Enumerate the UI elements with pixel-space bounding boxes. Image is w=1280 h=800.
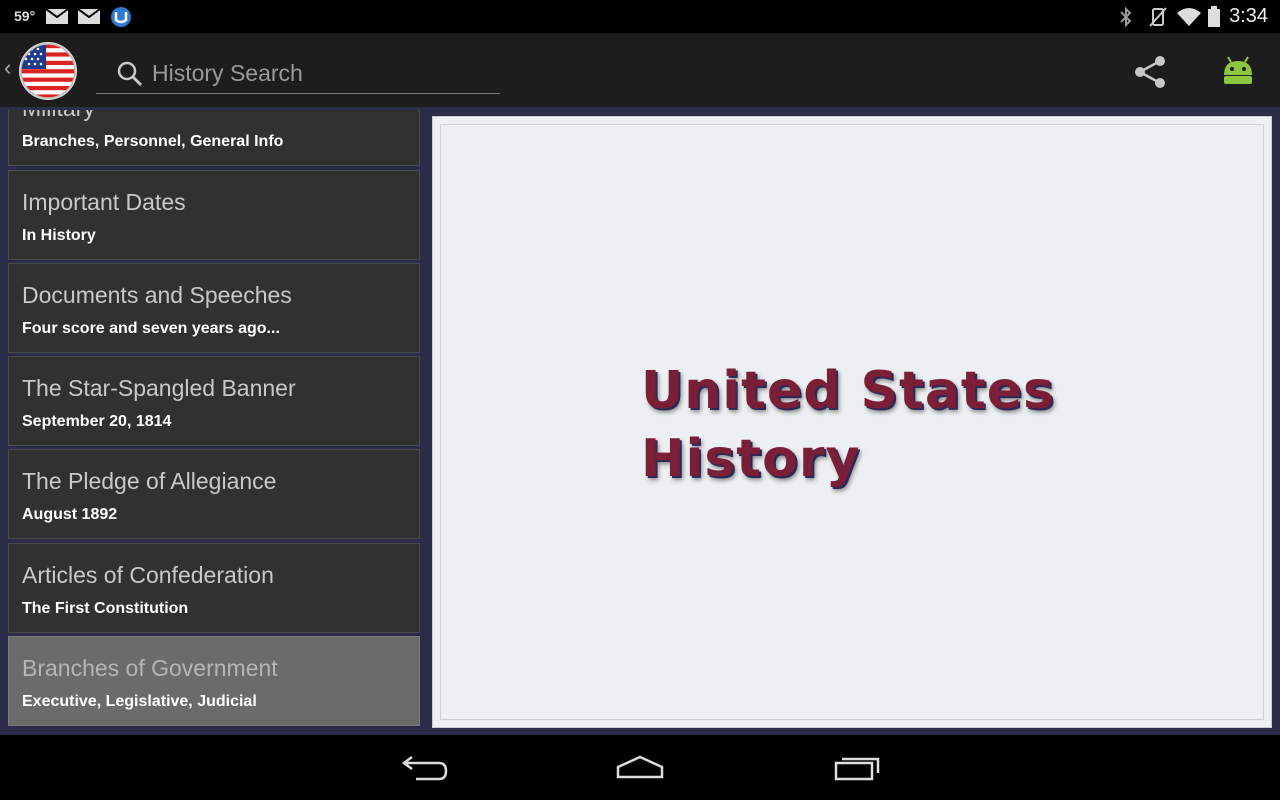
detail-title-line-2: History [641, 429, 861, 489]
list-item[interactable]: The Pledge of Allegiance August 1892 [8, 449, 420, 539]
list-item-subtitle: Executive, Legislative, Judicial [22, 693, 257, 710]
search-input[interactable] [150, 56, 494, 90]
topic-list[interactable]: Military Branches, Personnel, General In… [6, 110, 422, 735]
list-item[interactable]: Military Branches, Personnel, General In… [8, 110, 420, 166]
system-nav-bar [0, 735, 1280, 800]
gmail-icon [77, 8, 101, 24]
battery-icon [1208, 6, 1220, 27]
wifi-icon [1177, 8, 1201, 26]
detail-title: United States History [641, 357, 1161, 493]
list-item-title: Articles of Confederation [22, 562, 274, 588]
back-icon[interactable] [394, 749, 454, 787]
up-caret-icon[interactable]: ‹ [4, 55, 11, 81]
share-icon[interactable] [1130, 53, 1170, 91]
content-area: Military Branches, Personnel, General In… [0, 110, 1280, 735]
detail-title-line-1: United States [641, 361, 1055, 421]
list-item-subtitle: September 20, 1814 [22, 413, 172, 430]
list-item-subtitle: Branches, Personnel, General Info [22, 133, 284, 150]
list-item-title: Military [22, 110, 95, 122]
us-flag-icon[interactable] [18, 41, 78, 101]
list-item-title: The Pledge of Allegiance [22, 468, 277, 494]
recent-apps-icon[interactable] [828, 749, 888, 787]
weather-temperature: 59° [14, 8, 36, 24]
action-bar: ‹ [0, 33, 1280, 107]
list-item[interactable]: Articles of Confederation The First Cons… [8, 543, 420, 633]
detail-pane: United States History [432, 116, 1272, 728]
list-item[interactable]: The Star-Spangled Banner September 20, 1… [8, 356, 420, 446]
search-box [96, 53, 500, 94]
list-item[interactable]: Important Dates In History [8, 170, 420, 260]
search-icon [117, 61, 143, 87]
home-icon[interactable] [610, 749, 670, 787]
vibrate-icon [1149, 7, 1167, 27]
list-item-subtitle: August 1892 [22, 506, 118, 523]
list-item-title: The Star-Spangled Banner [22, 375, 296, 401]
list-item-title: Important Dates [22, 189, 186, 215]
gmail-icon [45, 8, 69, 24]
list-item-subtitle: The First Constitution [22, 600, 189, 617]
clock: 3:34 [1229, 5, 1268, 27]
app-notification-icon [111, 7, 131, 27]
android-icon[interactable] [1218, 53, 1258, 91]
list-item-subtitle: In History [22, 227, 96, 244]
list-item-selected[interactable]: Branches of Government Executive, Legisl… [8, 636, 420, 726]
list-item-subtitle: Four score and seven years ago... [22, 320, 280, 337]
list-item[interactable]: Documents and Speeches Four score and se… [8, 263, 420, 353]
list-item-title: Branches of Government [22, 655, 278, 681]
list-item-title: Documents and Speeches [22, 282, 292, 308]
bluetooth-icon [1120, 6, 1132, 28]
status-bar: 59° 3:34 [0, 0, 1280, 33]
